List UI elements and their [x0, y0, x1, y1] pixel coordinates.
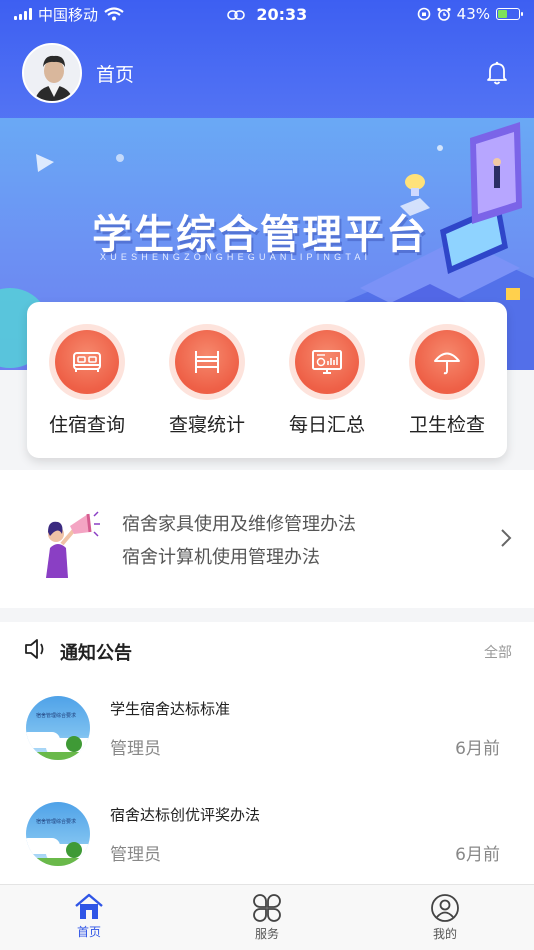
notices-header: 通知公告 全部 — [0, 622, 534, 678]
notice-thumbnail: 宿舍管理综合要求 — [26, 696, 90, 760]
quick-item-label: 查寝统计 — [168, 414, 245, 436]
clock: 20:33 — [256, 4, 308, 24]
carrier-label: 中国移动 — [38, 5, 99, 24]
status-bar: 中国移动 20:33 43% — [0, 0, 534, 28]
grid-flower-icon — [253, 894, 281, 922]
megaphone-girl-illustration — [46, 511, 100, 578]
rules-section[interactable]: 宿舍家具使用及维修管理办法 宿舍计算机使用管理办法 — [0, 470, 534, 608]
quick-menu: 住宿查询 查寝统计 每日汇总 卫生检查 — [27, 302, 507, 458]
notice-author: 管理员 — [110, 845, 161, 865]
rules-link-2[interactable]: 宿舍计算机使用管理办法 — [122, 541, 356, 574]
quick-item-label: 每日汇总 — [288, 414, 365, 436]
wifi-icon — [104, 7, 124, 21]
bunk-bed-icon — [175, 330, 239, 394]
battery-icon — [496, 8, 523, 20]
tab-label: 我的 — [432, 927, 457, 941]
notice-title: 学生宿舍达标标准 — [110, 700, 231, 718]
quick-item-accommodation[interactable]: 住宿查询 — [32, 330, 142, 437]
tab-home[interactable]: 首页 — [0, 885, 178, 950]
quick-item-label: 卫生检查 — [408, 414, 485, 436]
view-all-link[interactable]: 全部 — [484, 642, 512, 662]
app-header: 首页 — [0, 28, 534, 118]
quick-item-dorm-check[interactable]: 查寝统计 — [152, 330, 262, 437]
notice-time: 6月前 — [455, 845, 500, 865]
tab-services[interactable]: 服务 — [178, 885, 356, 950]
notice-item[interactable]: 宿舍管理综合要求 学生宿舍达标标准 管理员 6月前 — [0, 696, 534, 796]
alarm-icon — [437, 7, 451, 21]
notices-title: 通知公告 — [60, 643, 132, 664]
rotation-lock-icon — [417, 7, 430, 21]
rules-link-1[interactable]: 宿舍家具使用及维修管理办法 — [122, 508, 356, 541]
home-icon — [75, 893, 103, 919]
notice-time: 6月前 — [455, 739, 500, 759]
signal-icon — [14, 8, 32, 20]
bed-icon — [55, 330, 119, 394]
notification-bell-icon[interactable] — [482, 58, 512, 88]
page-title: 首页 — [96, 63, 135, 86]
quick-item-hygiene-check[interactable]: 卫生检查 — [392, 330, 502, 437]
notice-thumbnail: 宿舍管理综合要求 — [26, 802, 90, 866]
monitor-chart-icon — [295, 330, 359, 394]
quick-item-daily-summary[interactable]: 每日汇总 — [272, 330, 382, 437]
user-icon — [431, 894, 459, 922]
umbrella-icon — [415, 330, 479, 394]
chevron-right-icon[interactable] — [500, 528, 512, 548]
avatar[interactable] — [22, 43, 82, 103]
banner-subtitle: XUESHENGZONGHEGUANLIPINGTAI — [100, 252, 372, 262]
tab-bar: 首页 服务 我的 — [0, 884, 534, 950]
tab-label: 首页 — [76, 925, 101, 939]
speaker-icon — [25, 639, 44, 659]
notice-title: 宿舍达标创优评奖办法 — [110, 806, 261, 824]
battery-percent: 43% — [456, 5, 490, 23]
notices-section: 通知公告 全部 宿舍管理综合要求 学生宿舍达标标准 管理员 6月前 宿舍管理综合… — [0, 622, 534, 884]
notice-author: 管理员 — [110, 739, 161, 759]
quick-item-label: 住宿查询 — [48, 414, 125, 436]
link-icon — [226, 10, 245, 20]
tab-mine[interactable]: 我的 — [356, 885, 534, 950]
tab-label: 服务 — [254, 927, 279, 941]
